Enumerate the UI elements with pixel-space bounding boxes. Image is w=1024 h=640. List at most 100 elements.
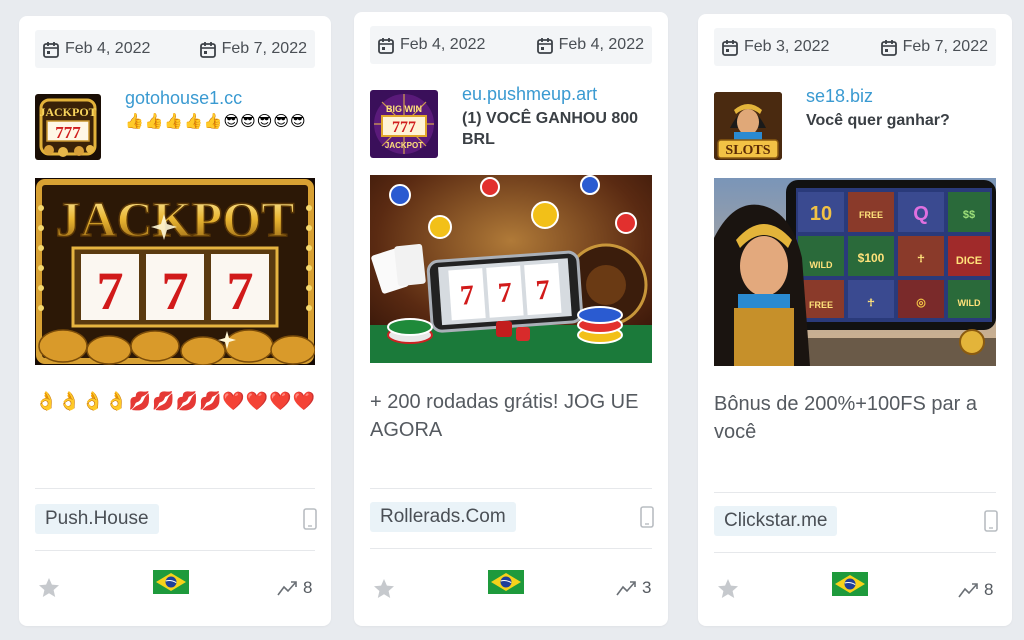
first-seen-date: Feb 4, 2022 bbox=[43, 40, 150, 58]
emoji: ❤️ bbox=[222, 391, 245, 411]
svg-text:JACKPOT: JACKPOT bbox=[39, 105, 96, 119]
ad-network-badge[interactable]: Rollerads.Com bbox=[370, 502, 516, 532]
svg-text:JACKPOT: JACKPOT bbox=[385, 141, 423, 150]
emoji: 💋 bbox=[128, 391, 152, 411]
ad-card-1[interactable]: Feb 4, 2022 Feb 7, 2022 JACKPOT 777 goto… bbox=[19, 16, 331, 626]
ad-body-text: + 200 rodadas grátis! JOG UE AGORA bbox=[370, 391, 639, 441]
emoji: 👌 bbox=[58, 391, 81, 411]
date-range: Feb 4, 2022 Feb 7, 2022 bbox=[35, 30, 315, 68]
impressions-count: 3 bbox=[616, 578, 651, 598]
last-seen-date: Feb 7, 2022 bbox=[881, 38, 988, 56]
brazil-flag-icon bbox=[832, 572, 868, 596]
ad-card-2[interactable]: Feb 4, 2022 Feb 4, 2022 BIG WIN 777 JACK… bbox=[354, 12, 668, 626]
body-emojis: 👌 👌 👌 👌 💋 💋 💋 💋 ❤️ ❤️ ❤️ ❤️ bbox=[35, 391, 315, 412]
mobile-phone-icon bbox=[984, 510, 998, 532]
cleopatra-slots-icon: SLOTS bbox=[714, 92, 782, 160]
emoji: 👌 bbox=[35, 391, 58, 411]
impressions-count: 8 bbox=[277, 578, 312, 598]
jackpot-777-icon: JACKPOT 777 bbox=[35, 94, 101, 160]
calendar-icon bbox=[881, 39, 897, 56]
emoji: ❤️ bbox=[269, 391, 292, 411]
svg-text:777: 777 bbox=[392, 119, 416, 136]
svg-text:WILD: WILD bbox=[810, 260, 833, 270]
svg-text:$$: $$ bbox=[963, 209, 975, 221]
ad-network-badge[interactable]: Push.House bbox=[35, 504, 159, 534]
svg-text:7: 7 bbox=[459, 280, 475, 312]
emoji: 😎 bbox=[290, 113, 306, 130]
divider bbox=[35, 550, 315, 551]
trend-icon bbox=[958, 582, 978, 598]
emoji: ❤️ bbox=[292, 391, 316, 411]
last-seen-date: Feb 7, 2022 bbox=[200, 40, 307, 58]
divider bbox=[35, 488, 315, 489]
emoji: 💋 bbox=[175, 391, 198, 411]
trend-icon bbox=[277, 580, 297, 596]
svg-text:7: 7 bbox=[162, 261, 189, 321]
impressions-count: 8 bbox=[958, 580, 993, 600]
jackpot-777-slot: JACKPOT 7 7 7 bbox=[35, 178, 315, 365]
svg-text:777: 777 bbox=[55, 123, 81, 142]
svg-text:WILD: WILD bbox=[958, 298, 981, 308]
divider bbox=[714, 492, 996, 493]
emoji: 😎 bbox=[256, 113, 273, 130]
svg-text:7: 7 bbox=[227, 261, 254, 321]
emoji: 💋 bbox=[152, 391, 175, 411]
date-range: Feb 4, 2022 Feb 4, 2022 bbox=[370, 26, 652, 64]
divider bbox=[370, 488, 652, 489]
svg-text:◎: ◎ bbox=[916, 297, 926, 309]
divider bbox=[370, 548, 652, 549]
emoji: 👌 bbox=[105, 391, 128, 411]
svg-text:$100: $100 bbox=[858, 251, 885, 265]
first-seen-date: Feb 4, 2022 bbox=[378, 36, 485, 54]
last-seen-date: Feb 4, 2022 bbox=[537, 36, 644, 54]
ad-domain-link[interactable]: eu.pushmeup.art bbox=[462, 84, 597, 105]
svg-text:7: 7 bbox=[497, 277, 513, 309]
calendar-icon bbox=[378, 37, 394, 54]
favorite-star-icon[interactable] bbox=[37, 576, 61, 600]
favorite-star-icon[interactable] bbox=[716, 577, 740, 601]
ad-network-badge[interactable]: Clickstar.me bbox=[714, 506, 838, 536]
svg-text:JACKPOT: JACKPOT bbox=[56, 191, 295, 247]
cleopatra-slot-game: 10 FREE Q $$ WILD $100 ☥ DICE FREE ☥ ◎ W… bbox=[714, 178, 996, 366]
big-win-777-icon: BIG WIN 777 JACKPOT bbox=[370, 90, 438, 158]
svg-text:☥: ☥ bbox=[917, 254, 924, 265]
calendar-icon bbox=[537, 37, 553, 54]
ad-body-text: Bônus de 200%+100FS par a você bbox=[714, 393, 977, 443]
calendar-icon bbox=[43, 41, 59, 58]
favorite-star-icon[interactable] bbox=[372, 577, 396, 601]
emoji: 👍 bbox=[184, 113, 203, 130]
ad-headline: (1) VOCÊ GANHOU 800 BRL bbox=[462, 110, 639, 148]
emoji: 👍 bbox=[203, 113, 223, 130]
ad-headline: Você quer ganhar? bbox=[806, 112, 950, 129]
divider bbox=[714, 552, 996, 553]
emoji: 😎 bbox=[240, 113, 256, 130]
calendar-icon bbox=[722, 39, 738, 56]
ad-domain-link[interactable]: gotohouse1.cc bbox=[125, 88, 242, 109]
emoji: 👌 bbox=[81, 391, 105, 411]
mobile-phone-icon bbox=[640, 506, 654, 528]
trend-icon bbox=[616, 580, 636, 596]
ad-card-3[interactable]: Feb 3, 2022 Feb 7, 2022 SLOTS se18.biz V… bbox=[698, 14, 1012, 626]
emoji: ❤️ bbox=[245, 391, 269, 411]
emoji: 👍 bbox=[164, 113, 184, 130]
brazil-flag-icon bbox=[488, 570, 524, 594]
ad-domain-link[interactable]: se18.biz bbox=[806, 86, 873, 107]
headline-emojis: 👍 👍 👍 👍 👍 😎 😎 😎 😎 😎 bbox=[125, 112, 306, 130]
calendar-icon bbox=[200, 41, 216, 58]
svg-text:7: 7 bbox=[97, 261, 124, 321]
svg-text:7: 7 bbox=[535, 275, 551, 307]
svg-text:10: 10 bbox=[810, 203, 832, 225]
emoji: 😎 bbox=[273, 113, 289, 130]
emoji: 👍 bbox=[125, 113, 144, 130]
svg-text:DICE: DICE bbox=[956, 255, 982, 267]
date-range: Feb 3, 2022 Feb 7, 2022 bbox=[714, 28, 996, 66]
svg-text:SLOTS: SLOTS bbox=[725, 143, 770, 158]
svg-text:BIG WIN: BIG WIN bbox=[386, 104, 422, 114]
svg-text:☥: ☥ bbox=[867, 298, 874, 309]
svg-text:FREE: FREE bbox=[859, 210, 883, 220]
mobile-phone-icon bbox=[303, 508, 317, 530]
svg-text:FREE: FREE bbox=[809, 300, 833, 310]
svg-text:Q: Q bbox=[913, 203, 929, 225]
first-seen-date: Feb 3, 2022 bbox=[722, 38, 829, 56]
emoji: 😎 bbox=[223, 113, 240, 130]
